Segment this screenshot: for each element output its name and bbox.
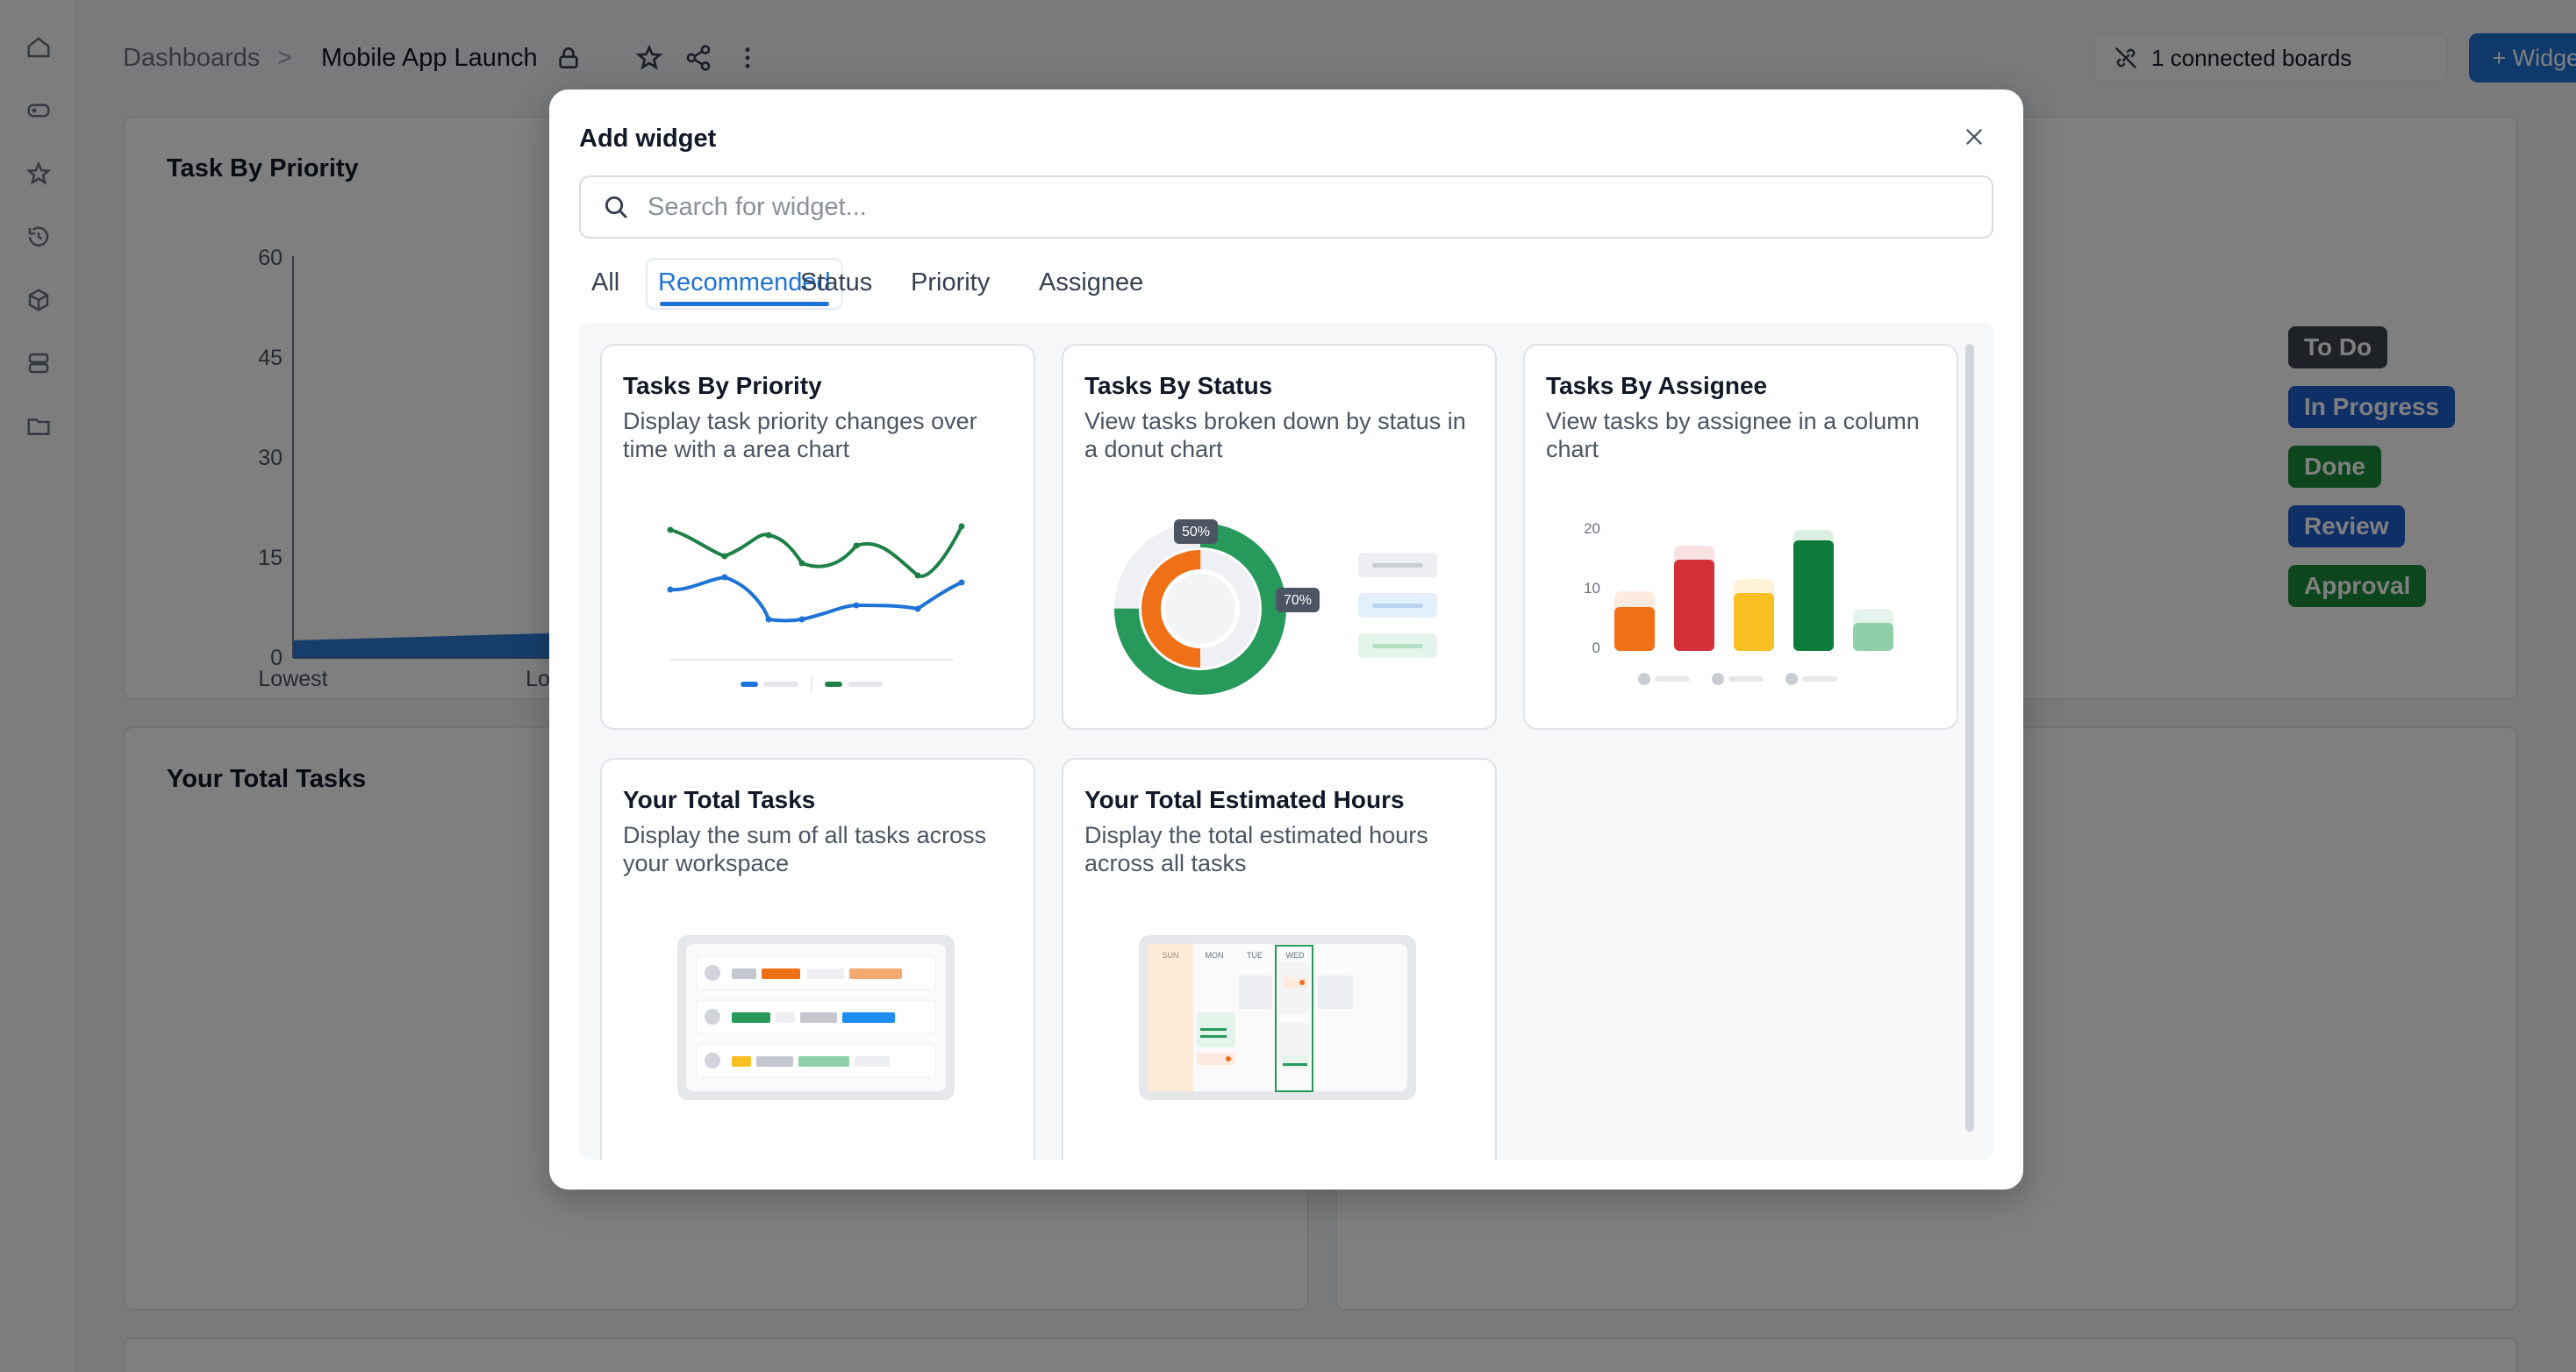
grid-scrollbar-thumb[interactable] <box>1965 344 1974 1132</box>
widget-search <box>579 175 1993 239</box>
grid-scrollbar[interactable] <box>1965 344 1974 1132</box>
y-tick-label: 0 <box>1592 640 1600 656</box>
tab-assignee[interactable]: Assignee <box>1027 261 1156 304</box>
donut-outer-label: 50% <box>1182 525 1210 540</box>
area-chart-illustration <box>667 523 965 692</box>
widget-card-your-total-tasks[interactable]: Your Total Tasks Display the sum of all … <box>600 758 1035 1160</box>
calendar-day-label: MON <box>1206 951 1224 960</box>
calendar-day-label: WED <box>1286 951 1305 960</box>
donut-inner-label: 70% <box>1284 593 1312 608</box>
calendar-day-label: SUN <box>1162 951 1178 960</box>
widget-card-tasks-by-priority[interactable]: Tasks By Priority Display task priority … <box>600 344 1035 730</box>
column-chart-illustration: 20 10 0 <box>1584 520 1893 685</box>
task-list-illustration <box>677 935 955 1100</box>
tab-priority[interactable]: Priority <box>898 261 1002 304</box>
widget-card-your-total-estimated-hours[interactable]: Your Total Estimated Hours Display the t… <box>1062 758 1497 1160</box>
add-widget-modal: Add widget All Recommended Status Priori… <box>549 89 2023 1190</box>
widget-grid: Tasks By Priority Display task priority … <box>579 323 1993 1160</box>
calendar-illustration: SUN MON TUE WED <box>1139 935 1416 1100</box>
tab-all[interactable]: All <box>579 261 632 304</box>
search-icon <box>605 196 628 219</box>
widget-card-tasks-by-assignee[interactable]: Tasks By Assignee View tasks by assignee… <box>1523 344 1958 730</box>
y-tick-label: 10 <box>1584 580 1600 597</box>
widget-card-tasks-by-status[interactable]: Tasks By Status View tasks broken down b… <box>1062 344 1497 730</box>
search-input[interactable] <box>648 192 1964 222</box>
calendar-day-label: TUE <box>1247 951 1263 960</box>
donut-chart-illustration: 50% 70% <box>1114 519 1437 695</box>
close-button[interactable] <box>1955 118 1993 156</box>
modal-title: Add widget <box>579 125 717 153</box>
tab-status[interactable]: Status <box>788 261 884 304</box>
close-icon <box>1966 129 1982 145</box>
y-tick-label: 20 <box>1584 520 1600 537</box>
